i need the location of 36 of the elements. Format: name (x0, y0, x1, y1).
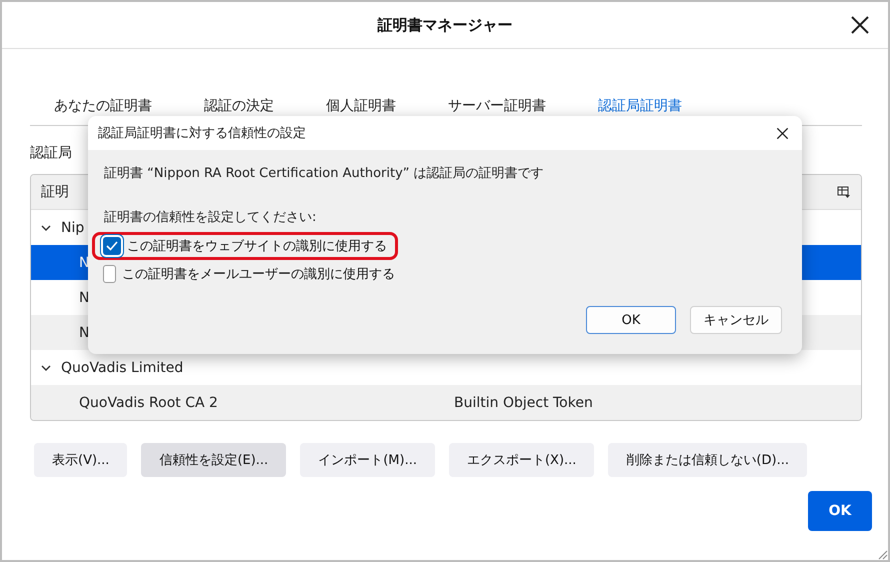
chevron-icon (41, 224, 51, 230)
checkbox[interactable] (103, 265, 116, 283)
description-text: 認証局 (30, 144, 73, 162)
group-name: QuoVadis Limited (61, 360, 184, 376)
action-button[interactable]: 表示(V)... (34, 443, 128, 477)
action-button[interactable]: エクスポート(X)... (448, 443, 594, 477)
action-button[interactable]: 信頼性を設定(E)... (141, 443, 286, 477)
table-cell-text: Builtin Object Token (454, 394, 594, 410)
table-cell-text: N (78, 324, 90, 340)
column-picker-icon[interactable] (837, 185, 851, 199)
tab[interactable]: あなたの証明書 (54, 97, 180, 125)
checkbox-label[interactable]: この証明書をメールユーザーの識別に使用する (122, 265, 395, 283)
group-name: Nip (61, 220, 84, 236)
dialog-message: 証明書 “Nippon RA Root Certification Authority” は認証局の証明書です (104, 165, 545, 182)
resize-grip-icon[interactable] (876, 548, 888, 560)
dialog-title: 認証局証明書に対する信頼性の設定 (98, 125, 306, 142)
dialog-button[interactable]: OK (586, 306, 676, 334)
window-title: 証明書マネージャー (378, 16, 512, 34)
checkbox-label[interactable]: この証明書をウェブサイトの識別に使用する (127, 237, 387, 255)
certificate-row[interactable]: QuoVadis Root CA 2 Builtin Object Token (31, 385, 861, 420)
action-button[interactable]: インポート(M)... (300, 443, 435, 477)
close-icon (776, 126, 788, 140)
tab[interactable]: 個人証明書 (326, 97, 424, 125)
ok-button[interactable]: OK (808, 491, 872, 531)
chevron-icon (41, 364, 51, 370)
checkbox[interactable] (103, 237, 121, 255)
checkmark-icon (105, 239, 119, 253)
table-cell-text: N (78, 290, 90, 306)
close-icon (850, 15, 870, 35)
action-button[interactable]: 削除または信頼しない(D)... (608, 443, 807, 477)
tab[interactable]: 認証の決定 (204, 97, 302, 125)
table-cell-text: N (78, 254, 90, 270)
tab[interactable]: サーバー証明書 (448, 97, 574, 125)
trust-prompt: 証明書の信頼性を設定してください: (104, 209, 318, 226)
table-cell-text: QuoVadis Root CA 2 (78, 394, 219, 410)
dialog-button[interactable]: キャンセル (690, 306, 782, 334)
